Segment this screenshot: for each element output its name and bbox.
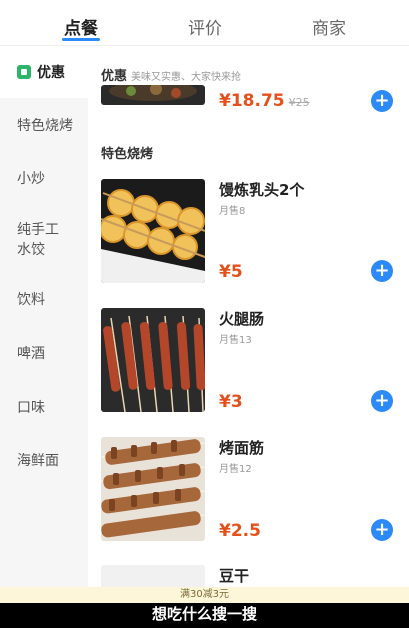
price-value: ¥18.75 xyxy=(219,91,285,111)
product-name: 火腿肠 xyxy=(219,310,265,328)
sidebar-item-stirfry[interactable]: 小炒 xyxy=(0,169,88,189)
discount-promo-bar: 满30减3元 xyxy=(0,587,409,603)
top-tab-bar: 点餐 评价 商家 xyxy=(0,0,409,46)
sidebar-item-bbq[interactable]: 特色烧烤 xyxy=(0,116,88,136)
product-image-gluten[interactable] xyxy=(101,437,205,541)
sidebar-item-promo[interactable]: 优惠 xyxy=(0,47,88,98)
product-image-fried-bun[interactable] xyxy=(101,179,205,283)
product-price: ¥18.75 ¥25 xyxy=(219,91,310,111)
tab-order[interactable]: 点餐 xyxy=(64,14,98,39)
product-image-sausage[interactable] xyxy=(101,308,205,412)
add-to-cart-button[interactable]: + xyxy=(371,519,393,541)
sidebar-item-label: 优惠 xyxy=(37,65,65,81)
tab-reviews[interactable]: 评价 xyxy=(188,14,222,39)
sidebar-item-drinks[interactable]: 饮料 xyxy=(0,290,88,310)
sidebar-item-flavor[interactable]: 口味 xyxy=(0,398,88,418)
video-caption: 想吃什么搜一搜 xyxy=(151,605,257,623)
product-name: 烤面筋 xyxy=(219,439,265,457)
section-title: 优惠 xyxy=(101,69,128,84)
monthly-sales: 月售13 xyxy=(219,335,252,346)
section-header-promo: 优惠 美味又实惠、大家快来抢 xyxy=(101,65,241,84)
product-name: 豆干 xyxy=(219,567,250,585)
section-header-bbq: 特色烧烤 xyxy=(101,147,154,162)
monthly-sales: 月售8 xyxy=(219,206,246,217)
add-to-cart-button[interactable]: + xyxy=(371,90,393,112)
add-to-cart-button[interactable]: + xyxy=(371,260,393,282)
section-subtitle: 美味又实惠、大家快来抢 xyxy=(131,72,242,83)
sidebar-item-beer[interactable]: 啤酒 xyxy=(0,344,88,364)
product-price: ¥5 xyxy=(219,262,243,282)
product-price: ¥3 xyxy=(219,392,243,412)
category-sidebar: 优惠 特色烧烤 小炒 纯手工 水饺 饮料 啤酒 口味 海鲜面 xyxy=(0,47,88,607)
product-image-hotpot[interactable] xyxy=(101,85,205,105)
monthly-sales: 月售12 xyxy=(219,464,252,475)
promo-badge-icon xyxy=(17,65,31,79)
add-to-cart-button[interactable]: + xyxy=(371,390,393,412)
product-name: 馒炼乳头2个 xyxy=(219,181,305,199)
product-price: ¥2.5 xyxy=(219,521,261,541)
active-tab-indicator xyxy=(62,38,100,41)
sidebar-item-dumplings[interactable]: 纯手工 水饺 xyxy=(0,220,88,260)
product-list[interactable]: 优惠 美味又实惠、大家快来抢 ¥18.75 ¥25 + 特色烧烤 馒炼乳头2个 月售… xyxy=(88,47,409,607)
original-price: ¥25 xyxy=(288,96,310,109)
tab-merchant[interactable]: 商家 xyxy=(312,14,346,39)
sidebar-item-seafood-noodles[interactable]: 海鲜面 xyxy=(0,451,88,471)
